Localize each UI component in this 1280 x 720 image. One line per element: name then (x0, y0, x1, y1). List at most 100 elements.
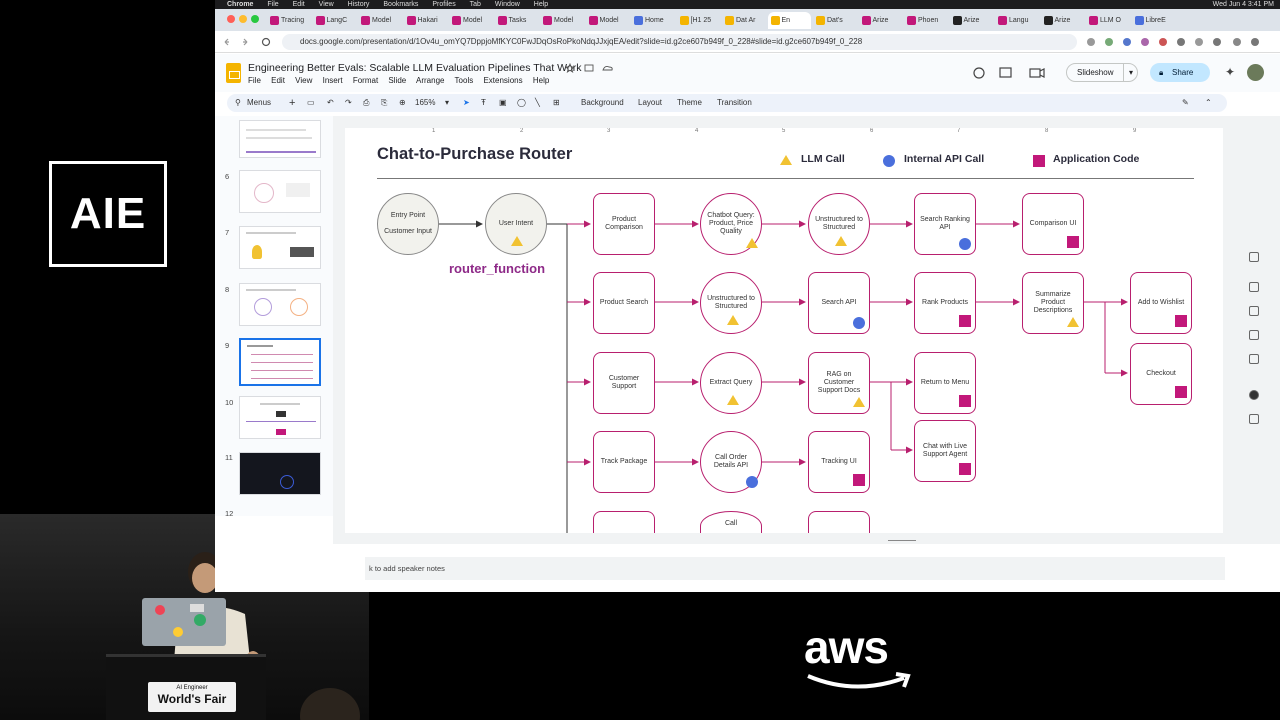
node-checkout[interactable]: Checkout (1130, 343, 1192, 405)
keep-icon[interactable] (1249, 282, 1259, 292)
browser-tab[interactable]: Tasks (495, 12, 539, 29)
url-input[interactable]: docs.google.com/presentation/d/1Ov4u_omY… (282, 34, 1077, 50)
gemini-icon[interactable]: ✦ (1225, 65, 1235, 79)
node-entry-point[interactable]: Entry Point Customer Input (377, 193, 439, 255)
mac-menu-item[interactable]: View (319, 1, 334, 8)
new-slide-icon[interactable]: ▭ (307, 94, 315, 112)
chevron-down-icon[interactable]: ▾ (1122, 64, 1133, 81)
mac-menu-item[interactable]: History (348, 1, 370, 8)
minimize-window-icon[interactable] (239, 15, 247, 23)
node-call-order-details-api[interactable]: Call Order Details API (700, 431, 762, 493)
docs-menu-file[interactable]: File (248, 76, 261, 85)
addon-icon[interactable] (1249, 414, 1259, 424)
node-product-search[interactable]: Product Search (593, 272, 655, 334)
tasks-icon[interactable] (1249, 306, 1259, 316)
layout-button[interactable]: Layout (638, 94, 662, 112)
node-chatbot-query[interactable]: Chatbot Query: Product, Price Quality (700, 193, 762, 255)
browser-tab[interactable]: Model (449, 12, 493, 29)
node-summarize-product-descriptions[interactable]: Summarize Product Descriptions (1022, 272, 1084, 334)
slide-thumbnail-10[interactable] (239, 396, 321, 439)
slideshow-button[interactable]: Slideshow ▾ (1066, 63, 1138, 82)
shape-icon[interactable]: ◯ (517, 94, 526, 112)
avatar[interactable] (1247, 64, 1264, 81)
docs-menu-tools[interactable]: Tools (455, 76, 474, 85)
docs-menu-view[interactable]: View (295, 76, 312, 85)
browser-tab[interactable]: [H1 25 (677, 12, 721, 29)
mac-menu-item[interactable]: Bookmarks (383, 1, 418, 8)
browser-tab[interactable]: En (767, 12, 811, 29)
docs-menu-slide[interactable]: Slide (388, 76, 406, 85)
node-track-package[interactable]: Track Package (593, 431, 655, 493)
contacts-icon[interactable] (1249, 330, 1259, 340)
slide-thumbnail-5[interactable] (239, 120, 321, 158)
browser-tab[interactable]: Home (631, 12, 675, 29)
docs-menu-arrange[interactable]: Arrange (416, 76, 444, 85)
node-unstructured-to-structured-1[interactable]: Unstructured to Structured (808, 193, 870, 255)
node-user-intent[interactable]: User Intent (485, 193, 547, 255)
node-add-to-wishlist[interactable]: Add to Wishlist (1130, 272, 1192, 334)
zoom-chevron-icon[interactable]: ▾ (445, 94, 449, 112)
undo-icon[interactable]: ↶ (327, 94, 334, 112)
share-button[interactable]: 🔒︎ Share (1150, 63, 1210, 82)
docs-menu-insert[interactable]: Insert (323, 76, 343, 85)
node-partial[interactable] (808, 511, 870, 533)
docs-menu-extensions[interactable]: Extensions (483, 76, 522, 85)
node-unstructured-to-structured-2[interactable]: Unstructured to Structured (700, 272, 762, 334)
node-search-ranking-api[interactable]: Search Ranking API (914, 193, 976, 255)
slide-thumbnail-11[interactable] (239, 452, 321, 495)
mac-menu-item[interactable]: Edit (293, 1, 305, 8)
record-icon[interactable] (1249, 390, 1259, 400)
background-button[interactable]: Background (581, 94, 624, 112)
node-customer-support[interactable]: Customer Support (593, 352, 655, 414)
browser-tab[interactable]: Model (358, 12, 402, 29)
nav-buttons-icon[interactable] (223, 37, 273, 47)
node-rank-products[interactable]: Rank Products (914, 272, 976, 334)
close-window-icon[interactable] (227, 15, 235, 23)
node-chat-live-support-agent[interactable]: Chat with Live Support Agent (914, 420, 976, 482)
mac-menu-item[interactable]: Help (534, 1, 548, 8)
node-tracking-ui[interactable]: Tracking UI (808, 431, 870, 493)
node-comparison-ui[interactable]: Comparison UI (1022, 193, 1084, 255)
node-return-to-menu[interactable]: Return to Menu (914, 352, 976, 414)
browser-tab[interactable]: LibreE (1132, 12, 1176, 29)
collapse-toolbar-icon[interactable]: ⌃ (1205, 94, 1212, 112)
maximize-window-icon[interactable] (251, 15, 259, 23)
notes-resize-handle[interactable] (333, 538, 1280, 544)
docs-menu-edit[interactable]: Edit (271, 76, 285, 85)
node-search-api[interactable]: Search API (808, 272, 870, 334)
line-icon[interactable]: ╲ (535, 94, 540, 112)
print-icon[interactable]: ⎙ (363, 94, 369, 112)
mac-menu-item[interactable]: Window (495, 1, 520, 8)
slide-thumbnail-9[interactable] (239, 338, 321, 386)
theme-button[interactable]: Theme (677, 94, 702, 112)
browser-tab[interactable]: LLM O (1086, 12, 1130, 29)
mac-menu-item[interactable]: Tab (470, 1, 481, 8)
transition-button[interactable]: Transition (717, 94, 752, 112)
pen-icon[interactable]: ✎ (1182, 94, 1189, 112)
browser-tab[interactable]: LangC (313, 12, 357, 29)
search-icon[interactable]: ⚲ (235, 94, 241, 112)
zoom-icon[interactable]: ⊕ (399, 94, 406, 112)
image-icon[interactable]: ▣ (499, 94, 507, 112)
redo-icon[interactable]: ↷ (345, 94, 352, 112)
browser-tab[interactable]: Langu (995, 12, 1039, 29)
mac-menu-item[interactable]: Chrome (227, 1, 253, 8)
slide-thumbnail-6[interactable] (239, 170, 321, 213)
node-partial[interactable] (593, 511, 655, 533)
mac-menu-item[interactable]: Profiles (432, 1, 455, 8)
zoom-level[interactable]: 165% (415, 94, 435, 112)
browser-tab[interactable]: Arize (950, 12, 994, 29)
browser-tab[interactable]: Model (540, 12, 584, 29)
slide-thumbnail-7[interactable] (239, 226, 321, 269)
browser-tab[interactable]: Arize (1041, 12, 1085, 29)
node-extract-query[interactable]: Extract Query (700, 352, 762, 414)
header-action-icons[interactable] (972, 66, 1057, 80)
google-slides-icon[interactable] (226, 63, 241, 83)
browser-tab[interactable]: Arize (859, 12, 903, 29)
browser-tab[interactable]: Model (586, 12, 630, 29)
paint-format-icon[interactable]: ⎘ (381, 94, 387, 112)
browser-tab[interactable]: Dat Ar (722, 12, 766, 29)
maps-icon[interactable] (1249, 354, 1259, 364)
star-icon[interactable] (565, 63, 615, 73)
document-title[interactable]: Engineering Better Evals: Scalable LLM E… (248, 62, 581, 74)
